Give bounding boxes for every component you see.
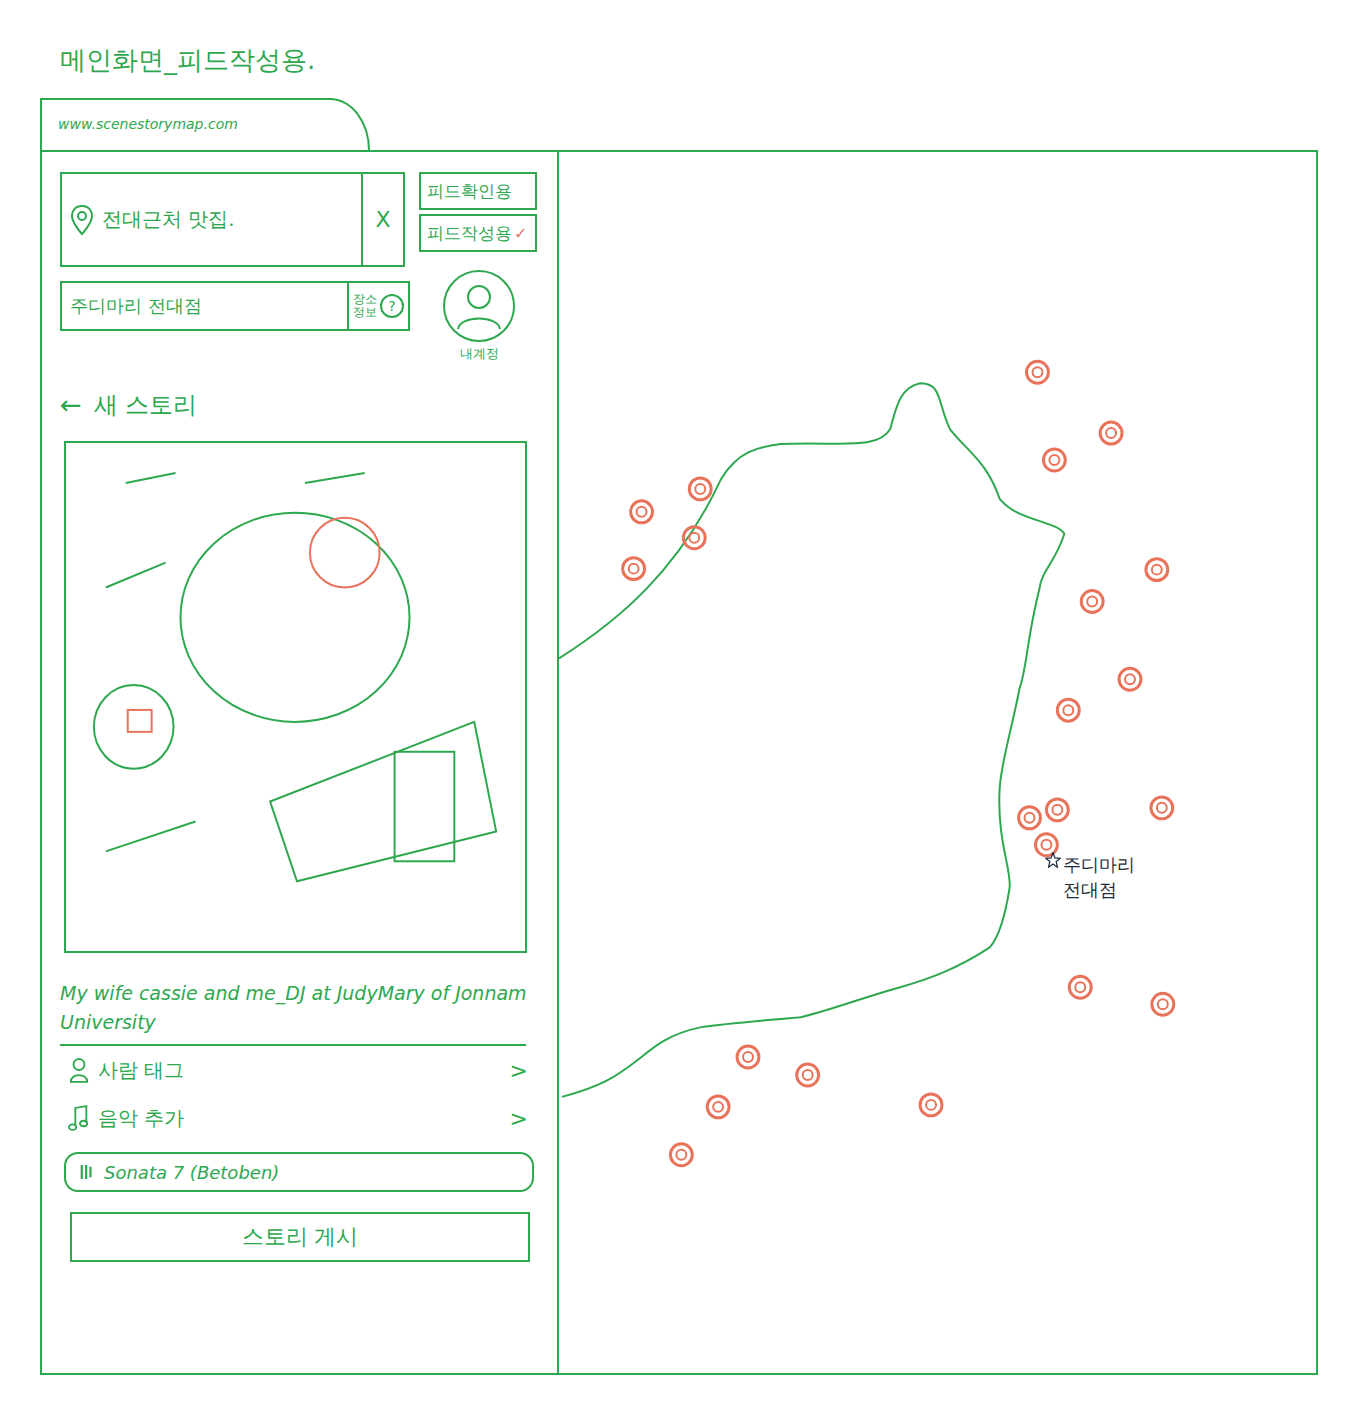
back-arrow-icon: ←: [60, 390, 82, 420]
music-note-icon: [68, 1104, 90, 1132]
search-value: 전대근처 맛집.: [102, 206, 361, 233]
map-pin[interactable]: [1027, 361, 1049, 383]
check-icon: ✓: [514, 224, 527, 243]
food-photo-icon: [66, 443, 527, 953]
story-panel: 전대근처 맛집.X피드확인용피드작성용✓주디마리 전대점장소정보?내계정←새 스…: [42, 152, 559, 1373]
map-pin[interactable]: [1019, 807, 1041, 829]
search-field[interactable]: 전대근처 맛집.X: [60, 172, 405, 267]
selected-place-marker[interactable]: 주디마리 전대점: [1045, 852, 1135, 902]
account-label: 내계정: [460, 345, 499, 363]
map-pin[interactable]: [920, 1094, 942, 1116]
play-pause-icon: [80, 1163, 94, 1181]
page-title: 메인화면_피드작성용.: [60, 40, 1318, 98]
map-pin[interactable]: [670, 1144, 692, 1166]
map-pin[interactable]: [1152, 993, 1174, 1015]
star-marker-icon: [1045, 852, 1061, 868]
page: 메인화면_피드작성용.www.scenestorymap.com 전대근처 맛집.…: [0, 0, 1346, 1403]
place-info-button[interactable]: 장소정보?: [347, 283, 408, 329]
back-button[interactable]: ← 새 스토리: [60, 385, 537, 425]
question-icon: ?: [380, 294, 404, 318]
map-pin[interactable]: [1035, 834, 1057, 856]
map-pin[interactable]: [1043, 449, 1065, 471]
chevron-icon: >: [510, 1106, 528, 1131]
map[interactable]: 주디마리 전대점: [559, 152, 1316, 1373]
place-row: 주디마리 전대점장소정보? 내계정: [60, 281, 537, 363]
person-icon: [68, 1056, 90, 1084]
map-pin[interactable]: [737, 1046, 759, 1068]
map-pin[interactable]: [1119, 668, 1141, 690]
map-pin[interactable]: [689, 478, 711, 500]
story-option[interactable]: 사람 태그>: [68, 1046, 528, 1094]
mode-button[interactable]: 피드작성용✓: [419, 214, 537, 252]
map-pin[interactable]: [631, 501, 653, 523]
search-row: 전대근처 맛집.X피드확인용피드작성용✓: [60, 172, 537, 267]
avatar-icon: [442, 269, 516, 343]
map-pin[interactable]: [707, 1096, 729, 1118]
map-pin[interactable]: [1081, 591, 1103, 613]
post-story-button[interactable]: 스토리 게시: [70, 1212, 530, 1262]
browser-url-tab[interactable]: www.scenestorymap.com: [40, 98, 370, 150]
map-pin[interactable]: [683, 527, 705, 549]
music-chip[interactable]: Sonata 7 (Betoben): [64, 1152, 534, 1192]
location-pin-icon: [70, 204, 94, 236]
chevron-icon: >: [510, 1058, 528, 1083]
browser-frame: 전대근처 맛집.X피드확인용피드작성용✓주디마리 전대점장소정보?내계정←새 스…: [40, 150, 1318, 1375]
story-photo[interactable]: [64, 441, 527, 953]
map-pin[interactable]: [1057, 699, 1079, 721]
place-field[interactable]: 주디마리 전대점장소정보?: [60, 281, 410, 331]
mode-button[interactable]: 피드확인용: [419, 172, 537, 210]
map-pin[interactable]: [623, 558, 645, 580]
account-button[interactable]: 내계정: [442, 269, 516, 363]
clear-button[interactable]: X: [361, 174, 403, 265]
map-pin[interactable]: [1151, 797, 1173, 819]
map-pin[interactable]: [1046, 799, 1068, 821]
story-title: 새 스토리: [94, 389, 198, 421]
map-pin[interactable]: [1100, 422, 1122, 444]
region-outline: [559, 152, 1316, 1373]
map-pin[interactable]: [1069, 976, 1091, 998]
story-option[interactable]: 음악 추가>: [68, 1094, 528, 1142]
map-pin[interactable]: [797, 1064, 819, 1086]
divider: [60, 1044, 526, 1046]
story-caption[interactable]: My wife cassie and me_DJ at JudyMary of …: [60, 979, 530, 1036]
map-pin[interactable]: [1146, 559, 1168, 581]
mode-buttons: 피드확인용피드작성용✓: [419, 172, 537, 252]
place-value: 주디마리 전대점: [62, 283, 347, 329]
